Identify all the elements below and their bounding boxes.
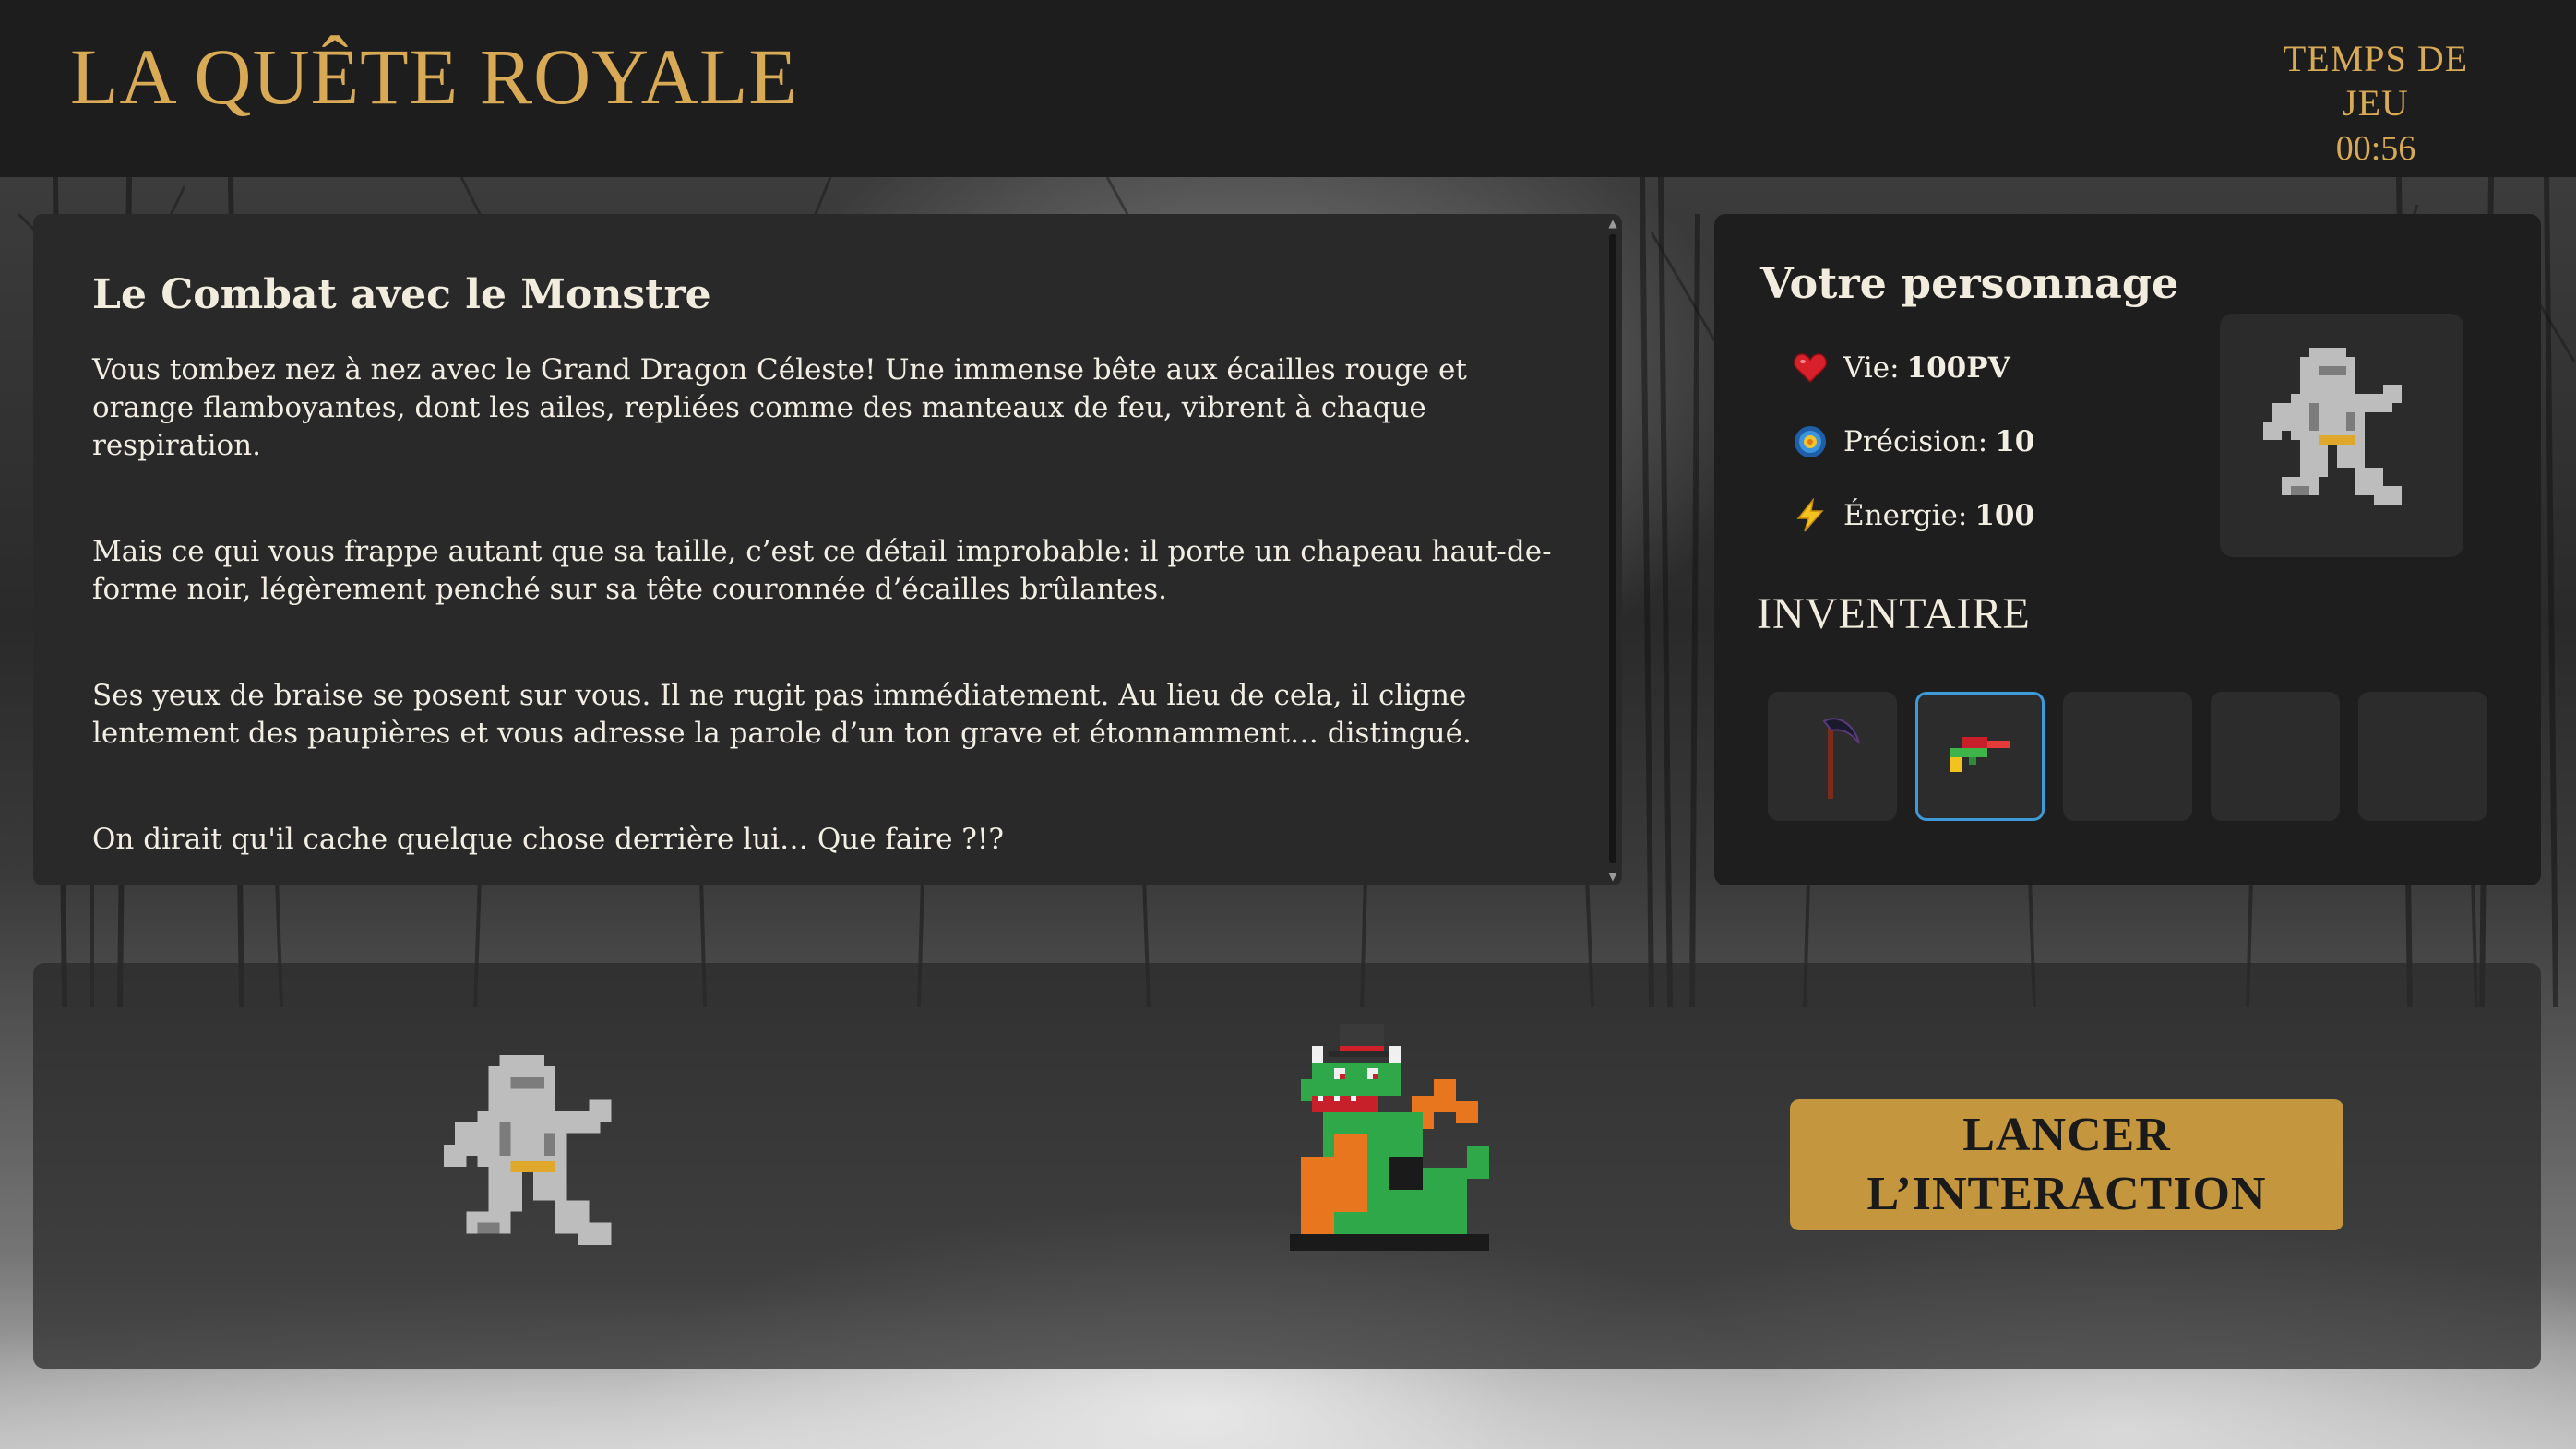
story-panel: Le Combat avec le Monstre Vous tombez ne… (33, 214, 1622, 885)
scroll-thumb[interactable] (1609, 234, 1616, 863)
scythe-icon (1822, 718, 1860, 799)
play-timer: TEMPS DE JEU 00:56 (2251, 37, 2500, 172)
story-paragraph: On dirait qu'il cache quelque chose derr… (92, 822, 1005, 856)
stat-value: 100 (1974, 499, 2035, 532)
character-portrait (2220, 314, 2463, 557)
water-gun-icon (1950, 737, 2010, 772)
story-scrollbar[interactable]: ▲ ▼ (1604, 214, 1622, 885)
inventory-title: INVENTAIRE (1757, 589, 2031, 638)
stat-value: 10 (1995, 425, 2035, 458)
stat-value: 100PV (1906, 351, 2010, 385)
lightning-icon (1792, 497, 1829, 534)
button-label-line1: LANCER (1962, 1109, 2171, 1161)
knight-avatar-icon (2263, 348, 2402, 505)
story-paragraph: Vous tombez nez à nez avec le Grand Drag… (92, 352, 1467, 462)
stat-precision: Précision: 10 (1792, 419, 2034, 465)
heart-icon (1792, 350, 1829, 386)
launch-interaction-button[interactable]: LANCER L’INTERACTION (1790, 1099, 2343, 1230)
story-paragraph: Ses yeux de braise se posent sur vous. I… (92, 678, 1472, 750)
character-panel: Votre personnage Vie: 100PV Précision: 1… (1714, 214, 2541, 885)
scroll-down-icon[interactable]: ▼ (1607, 871, 1618, 882)
timer-value: 00:56 (2335, 129, 2416, 168)
story-paragraph: Mais ce qui vous frappe autant que sa ta… (92, 534, 1552, 606)
top-bar: LA QUÊTE ROYALE TEMPS DE JEU 00:56 (0, 0, 2576, 177)
button-label-line2: L’INTERACTION (1866, 1168, 2267, 1220)
game-title: LA QUÊTE ROYALE (70, 32, 798, 121)
stat-label: Énergie: (1843, 499, 1968, 532)
stat-health: Vie: 100PV (1792, 345, 2010, 391)
inventory-slot-2[interactable] (1915, 692, 2045, 821)
knight-sprite-icon (444, 1055, 612, 1245)
stat-energy: Énergie: 100 (1792, 493, 2034, 539)
stat-label: Précision: (1843, 425, 1988, 458)
inventory-slot-5[interactable] (2358, 692, 2487, 821)
story-title: Le Combat avec le Monstre (92, 271, 711, 318)
timer-label: TEMPS DE JEU (2283, 38, 2469, 124)
inventory-slot-4[interactable] (2211, 692, 2340, 821)
target-icon (1792, 423, 1829, 460)
scroll-up-icon[interactable]: ▲ (1607, 218, 1618, 229)
inventory-slot-1[interactable] (1768, 692, 1897, 821)
character-title: Votre personnage (1760, 258, 2179, 308)
battle-area: LANCER L’INTERACTION (33, 963, 2541, 1369)
inventory-slot-3[interactable] (2063, 692, 2192, 821)
dragon-sprite-icon (1290, 1024, 1489, 1251)
stat-label: Vie: (1843, 351, 1900, 385)
